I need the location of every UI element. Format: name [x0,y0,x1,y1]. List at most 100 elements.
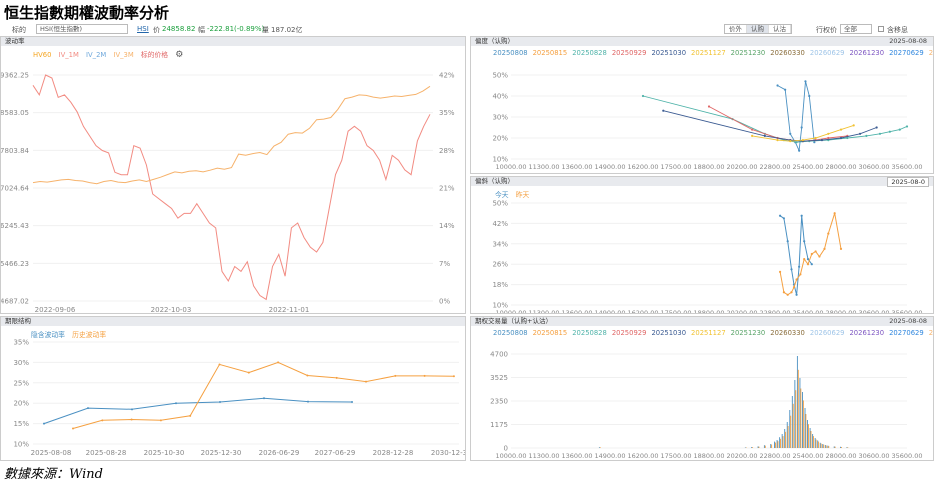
legend-expiry[interactable]: 20271230 [929,49,933,57]
volume-bar [791,396,793,448]
strike-label: 行权价 [816,26,837,34]
volume-value: 187.02亿 [271,26,303,34]
smile-x-tick: 17500.00 [660,163,691,171]
term-point [394,374,397,377]
skew-point [818,255,821,258]
smile-chart: 50%40%30%20%10%10000.00 11300.00 13600.00 1… [492,72,922,172]
volume-bar [792,403,794,448]
term-point [263,397,265,400]
skew-point [806,263,810,266]
volume-bar [815,439,817,448]
code-link[interactable]: HSI [137,25,149,33]
smile-point [641,94,645,98]
skew-point [782,291,785,294]
legend-expiry[interactable]: 20250929 [612,329,647,337]
skew-point [790,268,793,271]
skew-point [806,258,810,261]
vol-y-left-tick: 8583.05 [1,109,29,117]
skew-x-tick: 14900.00 [594,309,625,313]
vol-y-right-tick: 14% [439,222,455,230]
underlying-select[interactable]: HSI(恒生指數) [36,24,128,34]
strike-select[interactable]: 全部 [840,24,872,34]
legend-expiry[interactable]: 20251230 [731,49,766,57]
volume-bar [745,447,747,448]
smile-legend: 20250808 20250815 20250828 20250929 20251030… [493,48,933,58]
smile-x-tick: 16200.00 [627,163,658,171]
term-y-tick: 15% [13,420,29,428]
skew-y-tick: 26% [492,261,508,269]
volume-bar [752,447,754,448]
smile-x-tick: 14900.00 [594,163,625,171]
volume-bar [797,369,799,448]
legend-expiry[interactable]: 20250828 [572,329,607,337]
legend-expiry[interactable]: 20261230 [849,49,884,57]
legend-expiry[interactable]: 20271230 [929,329,933,337]
legend-expiry[interactable]: 20260330 [770,329,805,337]
mode-put-button[interactable]: 认沽 [769,25,791,33]
legend-expiry[interactable]: 20250815 [533,49,568,57]
legend-expiry[interactable]: 20251030 [651,49,686,57]
smile-date[interactable]: 2025-08-08 [889,37,927,46]
legend-expiry[interactable]: 20250828 [572,49,607,57]
legend-expiry[interactable]: 20251230 [731,329,766,337]
skew-date-select[interactable]: 2025-08-0 [887,177,929,187]
skew-point [798,265,801,268]
volume-x-tick: 35600.00 [891,452,922,460]
volume-bar [804,408,806,448]
legend-expiry[interactable]: 20260330 [770,49,805,57]
skew-point [782,217,785,220]
smile-point [795,141,798,144]
vol-y-left-tick: 5466.23 [1,260,29,268]
volume-bar [751,447,753,448]
volume-bar [819,442,821,448]
legend-expiry[interactable]: 20250929 [612,49,647,57]
volume-bar [787,425,789,448]
legend-expiry[interactable]: 20261230 [849,329,884,337]
legend-expiry[interactable]: 20260629 [810,329,845,337]
change-value: -222.81(-0.89%) [207,25,265,33]
volume-label: 量 [262,26,269,34]
term-x-tick: 2030-12-3 [431,449,465,457]
skew-y-tick: 42% [492,220,508,228]
volume-bar [764,445,766,448]
smile-point [707,105,711,108]
skew-point [790,291,793,294]
skew-point [839,247,843,250]
skew-x-tick: 25400.00 [792,309,823,313]
legend-expiry[interactable]: 20270629 [889,49,924,57]
volume-y-tick: 1175 [490,421,508,429]
skew-point [800,214,803,217]
volume-x-tick: 30600.00 [858,452,889,460]
legend-yesterday[interactable]: 昨天 [516,191,530,199]
volume-x-tick: 16200.00 [627,452,658,460]
term-y-tick: 10% [13,441,29,449]
legend-expiry[interactable]: 20251127 [691,329,726,337]
volume-date[interactable]: 2025-08-08 [889,317,927,326]
legend-expiry[interactable]: 20270629 [889,329,924,337]
volume-y-tick: 3525 [490,374,508,382]
smile-point [814,136,817,140]
volume-bar [825,445,827,448]
volume-bar [814,438,816,448]
term-chart: 35% 30% 25% 20% 15% 10%2025-08-08 2025-08-28 20… [13,339,465,458]
skew-x-tick: 35600.00 [891,309,922,313]
legend-expiry[interactable]: 20250808 [493,329,528,337]
smile-point [800,126,803,129]
legend-today[interactable]: 今天 [495,191,509,199]
skew-x-tick: 17500.00 [660,309,691,313]
term-series-历史波动率 [72,361,454,429]
expired-checkbox[interactable] [878,26,884,32]
skew-x-tick: 30600.00 [858,309,889,313]
mode-otm-button[interactable]: 价外 [725,25,747,33]
smile-x-tick: 10000.00 [495,163,526,171]
legend-expiry[interactable]: 20250808 [493,49,528,57]
skew-point [814,250,817,253]
mode-call-button[interactable]: 认购 [747,25,769,33]
legend-expiry[interactable]: 20260629 [810,49,845,57]
legend-expiry[interactable]: 20250815 [533,329,568,337]
term-point [159,419,162,422]
volume-y-tick: 2350 [490,398,508,406]
legend-expiry[interactable]: 20251030 [651,329,686,337]
legend-expiry[interactable]: 20251127 [691,49,726,57]
smile-x-tick: 22800.00 [759,163,790,171]
